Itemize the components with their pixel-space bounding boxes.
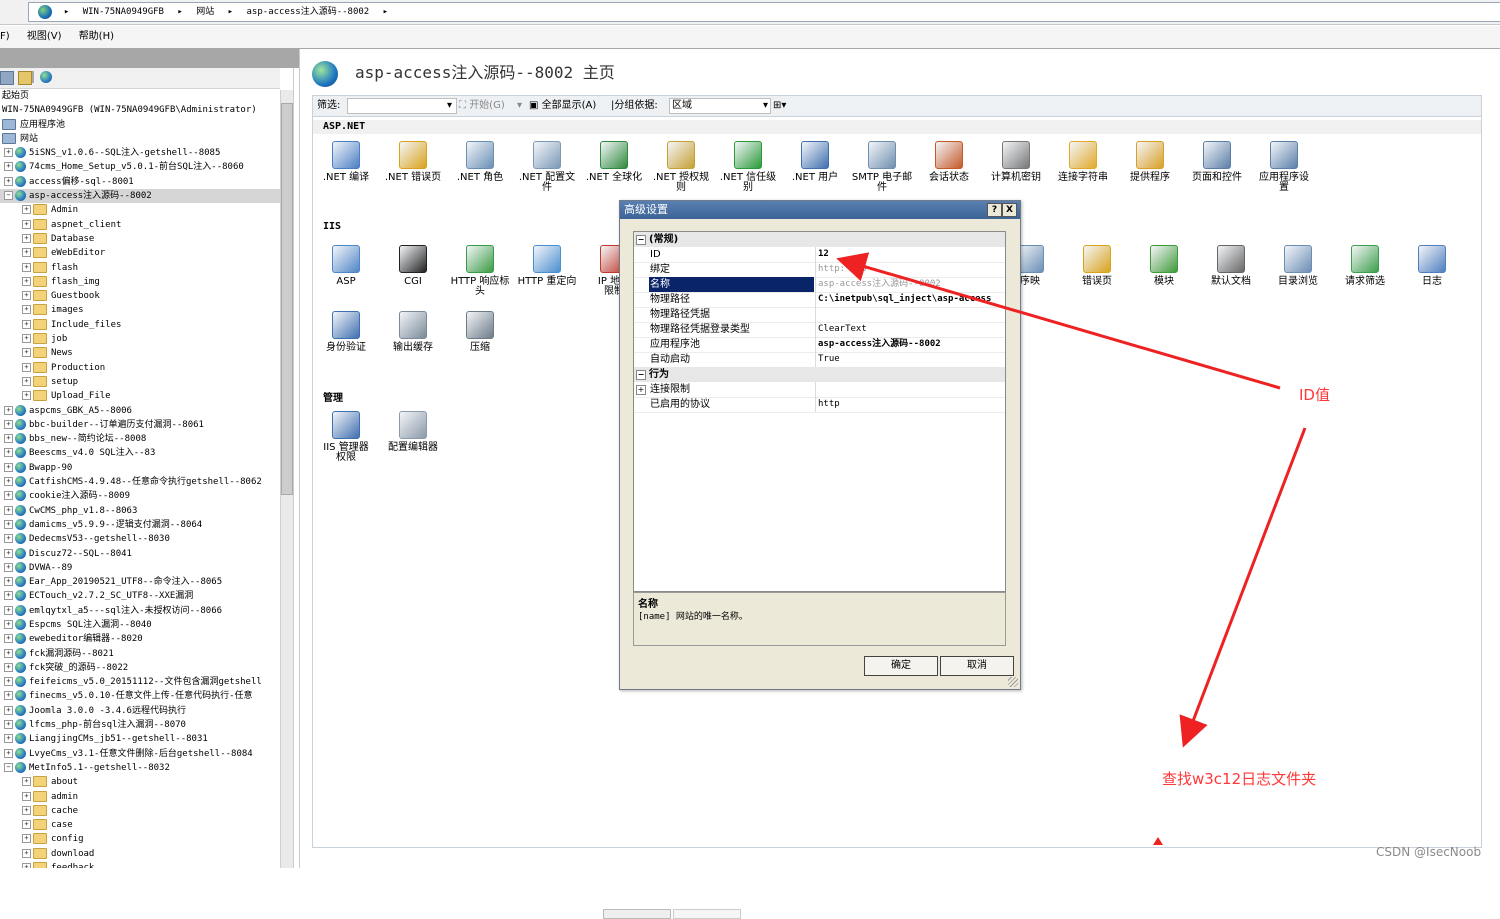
annotation-arrow-id: [836, 252, 1281, 390]
tab-features-view[interactable]: [603, 909, 671, 919]
annotation-arrow-logs: [1179, 427, 1307, 748]
annotation-find-label: 查找w3c12日志文件夹: [1162, 770, 1317, 788]
annotation-arrows: [836, 252, 1307, 845]
annotation-id-label: ID值: [1299, 386, 1330, 404]
watermark: CSDN @IsecNoob: [1376, 845, 1482, 859]
annotation-arrow-tip: [1153, 837, 1163, 845]
tab-content-view[interactable]: [673, 909, 741, 919]
view-tabs[interactable]: [603, 909, 1003, 919]
